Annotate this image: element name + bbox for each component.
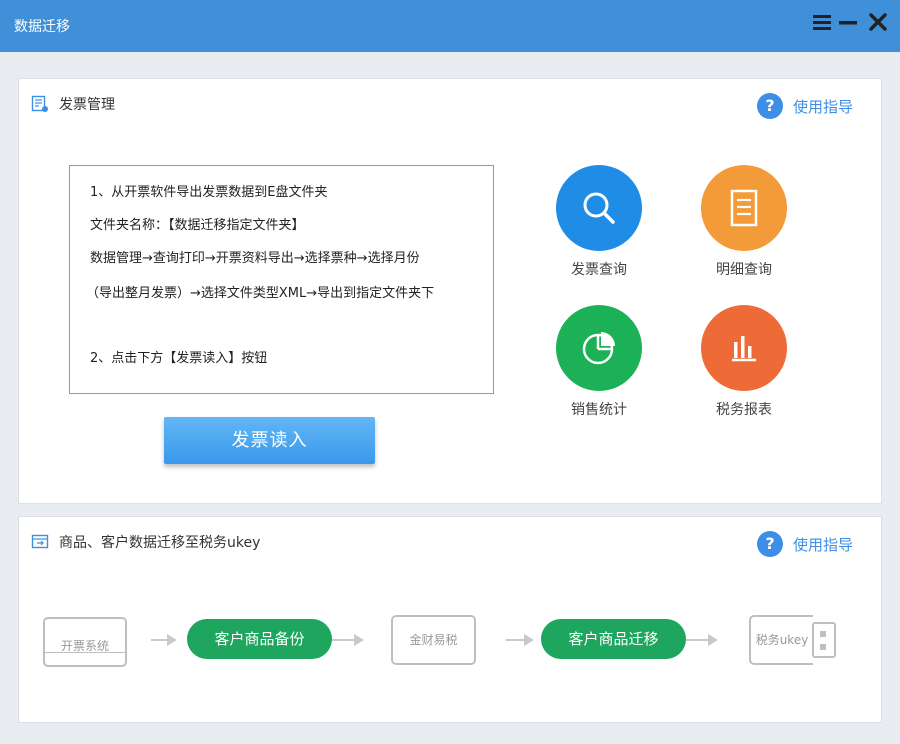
help-link[interactable]: ? 使用指导 — [756, 93, 853, 119]
bar-chart-icon — [701, 305, 787, 391]
help-label: 使用指导 — [792, 535, 853, 554]
title-bar: 数据迁移 — [0, 0, 900, 52]
invoicing-system-box: 开票系统 — [43, 617, 127, 667]
ukey-usb-icon: 税务ukey — [749, 615, 813, 665]
jincai-yishui-box: 金财易税 — [391, 615, 476, 665]
tile-sales-stats[interactable]: 销售统计 — [544, 305, 654, 419]
document-icon — [31, 95, 48, 112]
tile-label: 税务报表 — [716, 402, 772, 418]
pie-chart-icon — [556, 305, 642, 391]
list-icon — [701, 165, 787, 251]
arrow-icon — [332, 634, 364, 646]
arrow-icon — [686, 634, 718, 646]
tile-label: 发票查询 — [571, 262, 627, 278]
instruction-line: 1、从开票软件导出发票数据到E盘文件夹 — [90, 185, 328, 200]
help-label: 使用指导 — [792, 97, 853, 116]
menu-icon[interactable] — [810, 10, 834, 34]
close-icon[interactable] — [866, 10, 890, 34]
instruction-line: 数据管理→查询打印→开票资料导出→选择票种→选择月份 — [90, 251, 420, 266]
instruction-line: 文件夹名称：【数据迁移指定文件夹】 — [90, 218, 305, 233]
flow-label: 金财易税 — [409, 633, 458, 647]
tile-detail-query[interactable]: 明细查询 — [689, 165, 799, 279]
window-transfer-icon — [31, 534, 49, 549]
help-link[interactable]: ? 使用指导 — [756, 531, 853, 557]
tile-tax-report[interactable]: 税务报表 — [689, 305, 799, 419]
minimize-icon[interactable] — [836, 10, 860, 34]
instruction-line: 2、点击下方【发票读入】按钮 — [90, 351, 268, 366]
connector-line — [506, 634, 534, 646]
flow-label: 税务ukey — [755, 633, 809, 647]
usb-connector-icon — [812, 622, 836, 658]
customer-goods-migrate-button[interactable]: 客户商品迁移 — [541, 619, 686, 659]
instruction-line: （导出整月发票）→选择文件类型XML→导出到指定文件夹下 — [86, 286, 435, 301]
divider — [45, 652, 125, 653]
panel-header: 商品、客户数据迁移至税务ukey — [31, 531, 260, 553]
question-icon: ? — [756, 93, 783, 119]
panel-title: 商品、客户数据迁移至税务ukey — [59, 535, 261, 551]
migration-panel: 商品、客户数据迁移至税务ukey ? 使用指导 开票系统 客户商品备份 金财易税… — [18, 516, 882, 723]
search-icon — [556, 165, 642, 251]
customer-goods-backup-button[interactable]: 客户商品备份 — [187, 619, 332, 659]
panel-title: 发票管理 — [59, 97, 115, 113]
connector-line — [151, 634, 177, 646]
tile-label: 销售统计 — [571, 402, 627, 418]
question-icon: ? — [756, 531, 783, 557]
instruction-box: 1、从开票软件导出发票数据到E盘文件夹 文件夹名称：【数据迁移指定文件夹】 数据… — [69, 165, 494, 394]
invoice-read-button[interactable]: 发票读入 — [164, 417, 375, 464]
window-title: 数据迁移 — [14, 19, 70, 35]
tile-invoice-query[interactable]: 发票查询 — [544, 165, 654, 279]
tile-label: 明细查询 — [716, 262, 772, 278]
invoice-management-panel: 发票管理 ? 使用指导 1、从开票软件导出发票数据到E盘文件夹 文件夹名称：【数… — [18, 78, 882, 504]
panel-header: 发票管理 — [31, 93, 115, 115]
